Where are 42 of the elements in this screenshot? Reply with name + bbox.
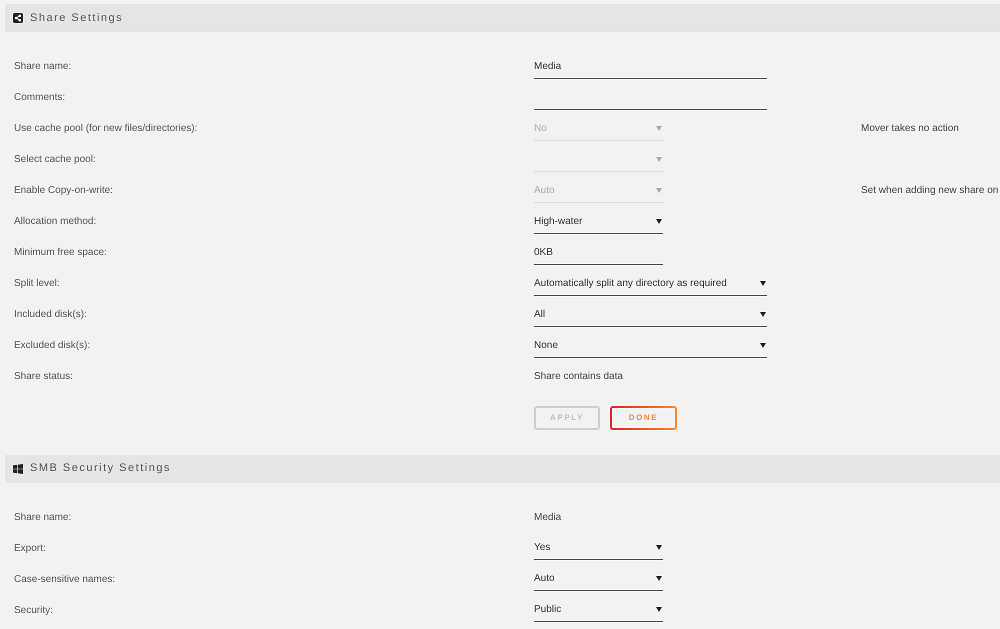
caret-icon — [656, 126, 662, 130]
field-value: Media — [534, 510, 562, 524]
caret-icon — [760, 342, 766, 348]
text-field[interactable]: 0KB — [534, 240, 663, 264]
field-label: Security: — [14, 604, 53, 618]
caret-icon — [656, 218, 662, 224]
caret-icon — [760, 280, 766, 286]
field-label: Split level: — [14, 277, 60, 291]
field-label: Export: — [14, 542, 46, 556]
field-label: Excluded disk(s): — [14, 339, 90, 353]
field-label: Comments: — [14, 91, 66, 105]
field-label: Share name: — [14, 510, 72, 524]
caret-icon — [656, 188, 662, 192]
section-title: Share Settings — [30, 10, 124, 26]
dropdown[interactable]: Public — [534, 598, 663, 622]
field-label: Case-sensitive names: — [14, 572, 116, 586]
windows-logo-icon — [13, 464, 23, 474]
dropdown[interactable]: High-water — [534, 210, 663, 234]
field-label: Share status: — [14, 370, 73, 384]
caret-icon — [656, 607, 662, 612]
field-value: Share contains data — [534, 370, 623, 384]
hint-text: Set when adding new share on — [861, 184, 998, 198]
field-label: Enable Copy-on-write: — [14, 184, 113, 198]
dropdown[interactable]: Automatically split any directory as required — [534, 272, 767, 296]
dropdown[interactable]: Yes — [534, 536, 663, 560]
hint-text: Mover takes no action — [861, 122, 959, 136]
field-label: Included disk(s): — [14, 308, 87, 322]
dropdown[interactable]: None — [534, 334, 767, 358]
caret-icon — [656, 156, 662, 162]
caret-icon — [760, 312, 766, 316]
field-label: Select cache pool: — [14, 153, 96, 167]
caret-icon — [656, 576, 662, 581]
dropdown[interactable]: All — [534, 302, 767, 326]
text-field[interactable]: Media — [534, 54, 767, 78]
share-icon — [13, 13, 23, 23]
dropdown[interactable]: Auto — [534, 567, 663, 591]
field-label: Use cache pool (for new files/directories): — [14, 122, 198, 136]
caret-icon — [656, 545, 662, 550]
section-title: SMB Security Settings — [30, 461, 171, 476]
field-label: Allocation method: — [14, 215, 96, 229]
field-label: Minimum free space: — [14, 246, 107, 260]
field-label: Share name: — [14, 60, 72, 74]
